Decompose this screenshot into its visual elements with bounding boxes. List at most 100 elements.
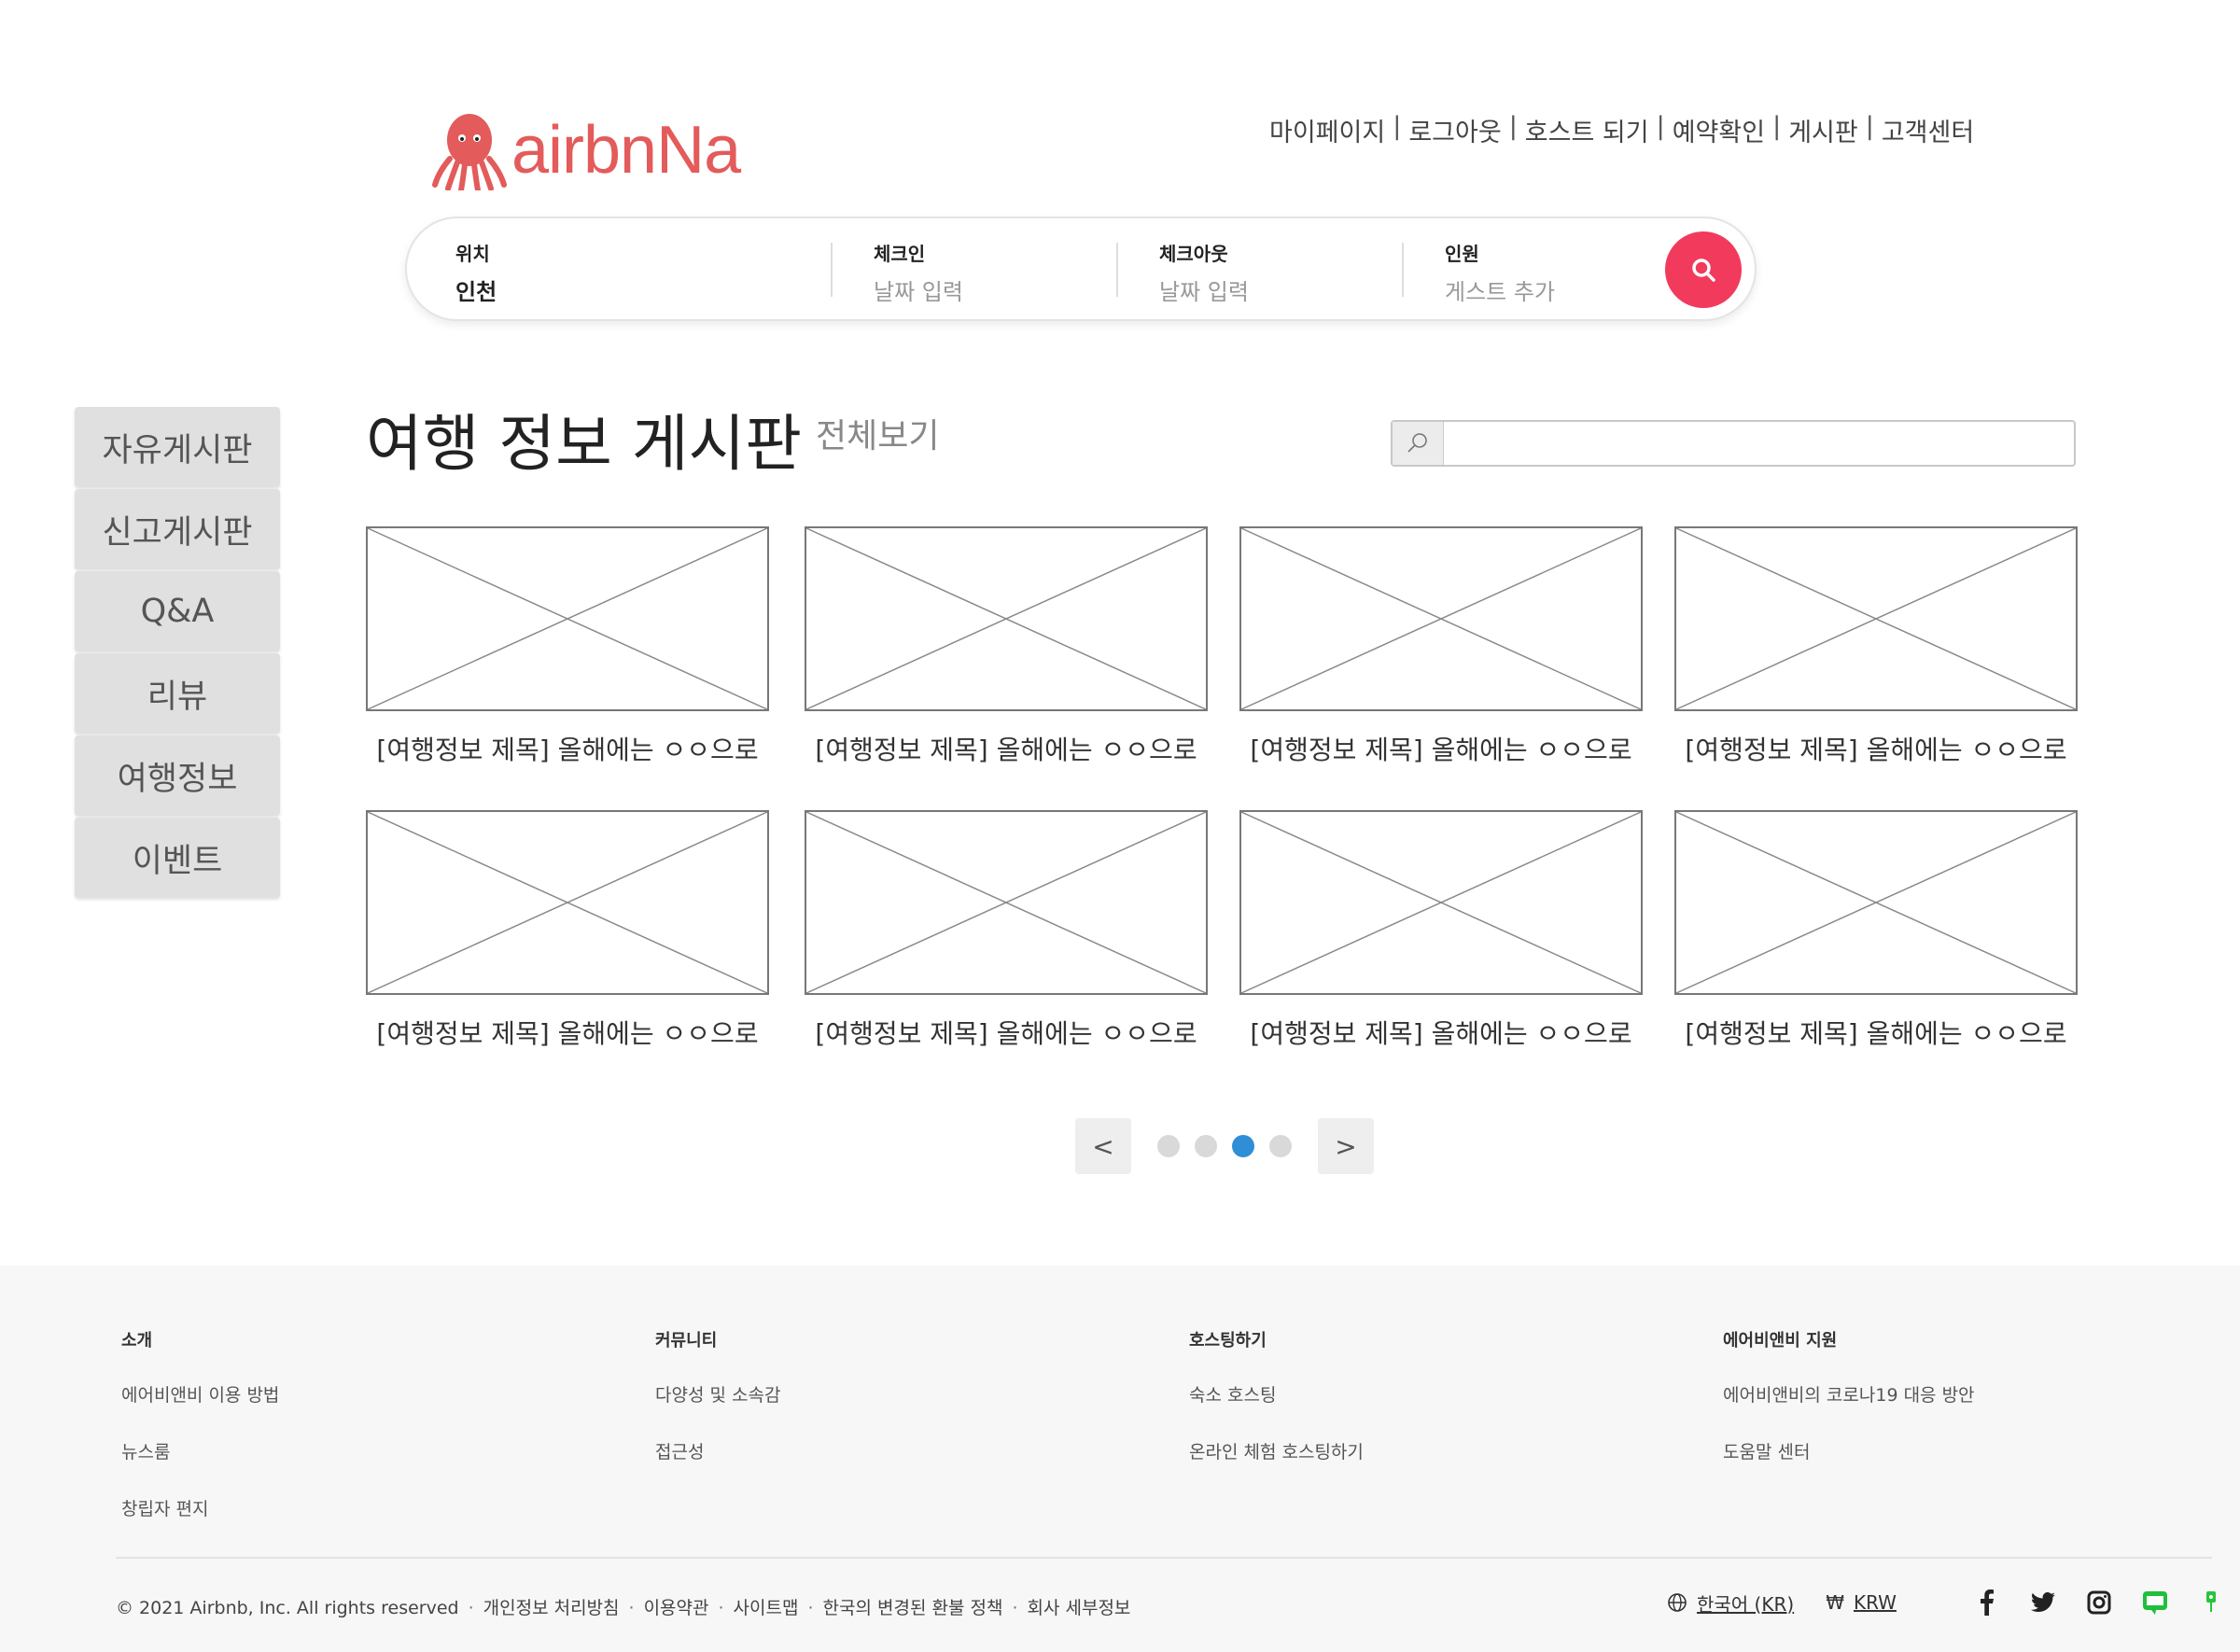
board-card[interactable]: [여행정보 제목] 올해에는 ㅇㅇ으로	[1239, 526, 1643, 767]
card-image-placeholder[interactable]	[1674, 526, 2078, 711]
search-button[interactable]	[1665, 231, 1742, 308]
page-dot[interactable]	[1195, 1135, 1217, 1157]
footer-legal-link[interactable]: 사이트맵	[734, 1598, 799, 1618]
logo[interactable]: airbnNa	[431, 110, 741, 190]
board-card[interactable]: [여행정보 제목] 올해에는 ㅇㅇ으로	[366, 810, 769, 1051]
board-card[interactable]: [여행정보 제목] 올해에는 ㅇㅇ으로	[805, 810, 1208, 1051]
search-icon-box[interactable]	[1393, 422, 1444, 465]
footer-link[interactable]: 창립자 편지	[121, 1495, 279, 1520]
social-links	[1945, 1589, 2225, 1617]
board-card[interactable]: [여행정보 제목] 올해에는 ㅇㅇ으로	[1674, 810, 2078, 1051]
card-title[interactable]: [여행정보 제목] 올해에는 ㅇㅇ으로	[1239, 730, 1643, 767]
pagination: < >	[1075, 1118, 1374, 1174]
guests-field[interactable]: 인원 게스트 추가	[1445, 239, 1555, 306]
sidebar-item-free-board[interactable]: 자유게시판	[75, 407, 280, 487]
logo-text: airbnNa	[511, 113, 741, 188]
page-dot[interactable]	[1157, 1135, 1180, 1157]
card-image-placeholder[interactable]	[1239, 810, 1643, 995]
page-dot[interactable]	[1269, 1135, 1292, 1157]
sidebar-item-report-board[interactable]: 신고게시판	[75, 489, 280, 569]
instagram-icon[interactable]	[2085, 1589, 2113, 1617]
board-card[interactable]: [여행정보 제목] 올해에는 ㅇㅇ으로	[1239, 810, 1643, 1051]
board-card[interactable]: [여행정보 제목] 올해에는 ㅇㅇ으로	[805, 526, 1208, 767]
board-card[interactable]: [여행정보 제목] 올해에는 ㅇㅇ으로	[1674, 526, 2078, 767]
footer-link[interactable]: 뉴스룸	[121, 1438, 279, 1463]
card-image-placeholder[interactable]	[805, 526, 1208, 711]
top-navigation: 마이페이지 | 로그아웃 | 호스트 되기 | 예약확인 | 게시판 | 고객센…	[1269, 112, 1974, 148]
footer-legal: © 2021 Airbnb, Inc. All rights reserved ·…	[116, 1598, 1131, 1618]
footer-column-support: 에어비앤비 지원 에어비앤비의 코로나19 대응 방안 도움말 센터	[1723, 1327, 1975, 1495]
card-title[interactable]: [여행정보 제목] 올해에는 ㅇㅇ으로	[366, 1014, 769, 1051]
footer-heading: 소개	[121, 1331, 153, 1351]
nav-mypage[interactable]: 마이페이지	[1269, 112, 1385, 148]
twitter-icon[interactable]	[2029, 1589, 2057, 1617]
nav-logout[interactable]: 로그아웃	[1408, 112, 1501, 148]
footer-legal-link[interactable]: 회사 세부정보	[1027, 1598, 1130, 1618]
language-selector[interactable]: 한국어 (KR)	[1697, 1589, 1794, 1617]
location-field[interactable]: 위치 인천	[455, 239, 497, 306]
guests-value[interactable]: 게스트 추가	[1445, 273, 1555, 306]
divider	[1402, 243, 1404, 297]
page-title: 여행 정보 게시판	[366, 408, 802, 480]
card-title[interactable]: [여행정보 제목] 올해에는 ㅇㅇ으로	[366, 730, 769, 767]
footer-heading: 커뮤니티	[655, 1331, 718, 1351]
footer-link[interactable]: 숙소 호스팅	[1189, 1381, 1364, 1407]
view-all-link[interactable]: 전체보기	[816, 409, 939, 457]
page-dot-active[interactable]	[1232, 1135, 1254, 1157]
footer-link[interactable]: 에어비앤비 이용 방법	[121, 1381, 279, 1407]
nav-separator: |	[1508, 112, 1518, 141]
checkout-value[interactable]: 날짜 입력	[1159, 273, 1249, 306]
card-title[interactable]: [여행정보 제목] 올해에는 ㅇㅇ으로	[1239, 1014, 1643, 1051]
nav-become-host[interactable]: 호스트 되기	[1525, 112, 1649, 148]
footer-link[interactable]: 에어비앤비의 코로나19 대응 방안	[1723, 1381, 1975, 1407]
search-icon	[1692, 259, 1715, 282]
footer-legal-link[interactable]: 한국의 변경된 환불 정책	[823, 1598, 1003, 1618]
card-title[interactable]: [여행정보 제목] 올해에는 ㅇㅇ으로	[805, 1014, 1208, 1051]
footer-legal-link[interactable]: 이용약관	[644, 1598, 709, 1618]
card-image-placeholder[interactable]	[1674, 810, 2078, 995]
footer-link[interactable]: 접근성	[655, 1438, 780, 1463]
divider	[1116, 243, 1118, 297]
checkout-field[interactable]: 체크아웃 날짜 입력	[1159, 239, 1249, 306]
card-title[interactable]: [여행정보 제목] 올해에는 ㅇㅇ으로	[1674, 1014, 2078, 1051]
nav-reservations[interactable]: 예약확인	[1673, 112, 1765, 148]
footer-link[interactable]: 도움말 센터	[1723, 1438, 1975, 1463]
page-dots	[1150, 1135, 1299, 1157]
checkin-field[interactable]: 체크인 날짜 입력	[874, 239, 963, 306]
nav-board[interactable]: 게시판	[1788, 112, 1858, 148]
card-image-placeholder[interactable]	[366, 810, 769, 995]
facebook-icon[interactable]	[1973, 1589, 2001, 1617]
board-sidebar: 자유게시판 신고게시판 Q&A 리뷰 여행정보 이벤트	[75, 407, 280, 900]
card-image-placeholder[interactable]	[1239, 526, 1643, 711]
sidebar-item-review[interactable]: 리뷰	[75, 653, 280, 734]
footer-column-hosting: 호스팅하기 숙소 호스팅 온라인 체험 호스팅하기	[1189, 1327, 1364, 1495]
currency-selector[interactable]: KRW	[1854, 1591, 1897, 1614]
card-image-placeholder[interactable]	[805, 810, 1208, 995]
footer-settings: 한국어 (KR) ₩ KRW	[1667, 1589, 2225, 1617]
globe-icon	[1668, 1593, 1687, 1612]
nav-separator: |	[1865, 112, 1874, 141]
card-title[interactable]: [여행정보 제목] 올해에는 ㅇㅇ으로	[805, 730, 1208, 767]
nav-separator: |	[1772, 112, 1782, 141]
location-value[interactable]: 인천	[455, 273, 497, 306]
naver-icon[interactable]	[2197, 1589, 2225, 1617]
footer-link[interactable]: 다양성 및 소속감	[655, 1381, 780, 1407]
next-page-button[interactable]: >	[1318, 1118, 1374, 1174]
footer-link[interactable]: 온라인 체험 호스팅하기	[1189, 1438, 1364, 1463]
prev-page-button[interactable]: <	[1075, 1118, 1131, 1174]
footer-column-community: 커뮤니티 다양성 및 소속감 접근성	[655, 1327, 780, 1495]
checkout-label: 체크아웃	[1159, 243, 1228, 265]
sidebar-item-travel-info[interactable]: 여행정보	[75, 735, 280, 816]
nav-separator: |	[1656, 112, 1665, 141]
search-bar: 위치 인천 체크인 날짜 입력 체크아웃 날짜 입력 인원 게스트 추가	[405, 217, 1757, 321]
nav-customer-center[interactable]: 고객센터	[1882, 112, 1974, 148]
card-image-placeholder[interactable]	[366, 526, 769, 711]
sidebar-item-qna[interactable]: Q&A	[75, 571, 280, 651]
checkin-value[interactable]: 날짜 입력	[874, 273, 963, 306]
line-icon[interactable]	[2141, 1589, 2169, 1617]
card-title[interactable]: [여행정보 제목] 올해에는 ㅇㅇ으로	[1674, 730, 2078, 767]
board-card[interactable]: [여행정보 제목] 올해에는 ㅇㅇ으로	[366, 526, 769, 767]
footer-legal-link[interactable]: 개인정보 처리방침	[483, 1598, 620, 1618]
board-search-input[interactable]	[1391, 420, 2076, 467]
sidebar-item-event[interactable]: 이벤트	[75, 818, 280, 898]
